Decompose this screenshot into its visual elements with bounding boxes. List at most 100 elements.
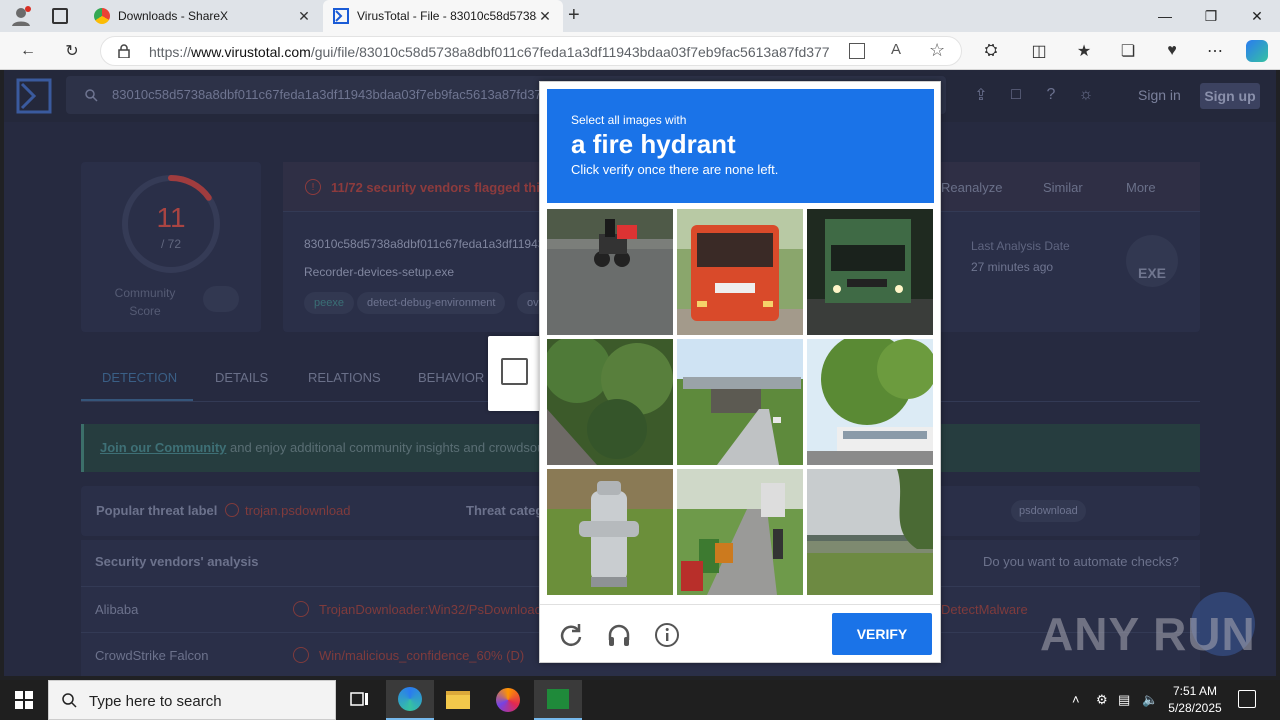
more-button[interactable]: More bbox=[1126, 180, 1156, 195]
browser-essentials-icon[interactable]: ♥ bbox=[1161, 40, 1183, 62]
search-icon bbox=[62, 693, 77, 708]
taskbar-search-input[interactable]: Type here to search bbox=[48, 680, 336, 720]
firefox-icon[interactable] bbox=[484, 680, 532, 720]
task-view-icon[interactable] bbox=[336, 680, 384, 720]
captcha-instruction: Select all images with bbox=[571, 113, 687, 127]
sign-up-button[interactable]: Sign up bbox=[1200, 83, 1260, 109]
sign-in-link[interactable]: Sign in bbox=[1138, 87, 1181, 103]
notifications-center-icon[interactable] bbox=[1238, 690, 1256, 708]
tray-device-icon[interactable]: ⚙ bbox=[1096, 692, 1108, 708]
tab-virustotal[interactable]: VirusTotal - File - 83010c58d5738a8 ✕ bbox=[323, 0, 563, 32]
tab-close-icon[interactable]: ✕ bbox=[537, 8, 553, 25]
captcha-hint: Click verify once there are none left. bbox=[571, 162, 779, 177]
captcha-challenge: Select all images with a fire hydrant Cl… bbox=[539, 81, 941, 663]
window-close-icon[interactable]: ✕ bbox=[1234, 0, 1280, 32]
detections-count: 11 bbox=[156, 202, 186, 233]
verify-button[interactable]: VERIFY bbox=[832, 613, 932, 655]
help-icon[interactable]: ? bbox=[1041, 85, 1061, 105]
reanalyze-button[interactable]: Reanalyze bbox=[941, 180, 1002, 195]
tab-detection[interactable]: DETECTION bbox=[102, 370, 177, 385]
theme-sun-icon[interactable]: ☼ bbox=[1076, 85, 1096, 105]
profile-icon[interactable] bbox=[10, 5, 32, 27]
refresh-icon[interactable]: ↻ bbox=[61, 40, 83, 62]
tab-details[interactable]: DETAILS bbox=[215, 370, 268, 385]
extensions-icon[interactable]: ⛭ bbox=[980, 40, 1002, 62]
captcha-tile-motorcycle[interactable] bbox=[547, 209, 673, 335]
upload-icon[interactable]: ⇪ bbox=[971, 85, 991, 105]
system-clock[interactable]: 7:51 AM 5/28/2025 bbox=[1162, 683, 1228, 717]
captcha-tile-fire-hydrant[interactable] bbox=[547, 469, 673, 595]
back-icon[interactable]: ← bbox=[17, 40, 39, 62]
new-tab-button[interactable]: + bbox=[568, 4, 580, 27]
tab-title: Downloads - ShareX bbox=[118, 9, 229, 23]
virustotal-favicon-icon bbox=[333, 8, 349, 24]
restore-icon[interactable]: ❐ bbox=[1188, 0, 1234, 32]
threat-alert-icon bbox=[225, 503, 239, 517]
notifications-icon[interactable]: □ bbox=[1006, 85, 1026, 105]
join-community-link[interactable]: Join our Community bbox=[100, 440, 226, 455]
url-input[interactable]: https://www.virustotal.com/gui/file/8301… bbox=[100, 36, 962, 66]
community-score-label: Community Score bbox=[114, 286, 176, 318]
search-placeholder: Type here to search bbox=[89, 693, 222, 710]
last-analysis-value: 27 minutes ago bbox=[971, 260, 1054, 274]
popular-threat-value: trojan.psdownload bbox=[245, 503, 351, 518]
file-explorer-icon[interactable] bbox=[434, 680, 482, 720]
info-icon[interactable] bbox=[654, 622, 680, 648]
captcha-header: Select all images with a fire hydrant Cl… bbox=[547, 89, 934, 203]
split-screen-icon[interactable]: ◫ bbox=[1028, 40, 1050, 62]
captcha-tile-highway[interactable] bbox=[677, 339, 803, 465]
read-aloud-icon[interactable]: A bbox=[891, 41, 901, 58]
sharex-taskbar-icon[interactable] bbox=[534, 680, 582, 720]
audio-headphones-icon[interactable] bbox=[606, 622, 632, 648]
captcha-tile-street[interactable] bbox=[677, 469, 803, 595]
vendor-result-right: DetectMalware bbox=[941, 602, 1028, 617]
search-icon bbox=[85, 89, 98, 102]
copilot-icon[interactable] bbox=[1246, 40, 1268, 62]
tab-actions-icon[interactable] bbox=[52, 8, 68, 24]
active-tab-underline bbox=[81, 399, 193, 401]
tab-sharex-downloads[interactable]: Downloads - ShareX ✕ bbox=[84, 0, 322, 32]
community-score-badge[interactable] bbox=[203, 286, 239, 312]
vendor-name: Alibaba bbox=[95, 602, 139, 617]
browser-tab-strip: Downloads - ShareX ✕ VirusTotal - File -… bbox=[0, 0, 1280, 32]
captcha-tile-river[interactable] bbox=[807, 469, 933, 595]
automate-checks-link[interactable]: Do you want to automate checks? bbox=[983, 554, 1179, 569]
minimize-icon[interactable]: — bbox=[1142, 0, 1188, 32]
tray-chevron-icon[interactable]: ˄ bbox=[1072, 692, 1080, 707]
tag-peexe[interactable]: peexe bbox=[304, 292, 354, 314]
url-text: https://www.virustotal.com/gui/file/8301… bbox=[149, 44, 830, 60]
alert-icon: ! bbox=[305, 179, 321, 195]
captcha-tile-bushes[interactable] bbox=[547, 339, 673, 465]
captcha-footer: VERIFY bbox=[540, 604, 940, 662]
tab-title: VirusTotal - File - 83010c58d5738a8 bbox=[357, 9, 537, 23]
captcha-checkbox[interactable] bbox=[501, 358, 528, 385]
captcha-tile-trees-bus[interactable] bbox=[807, 339, 933, 465]
virustotal-logo-icon[interactable] bbox=[16, 78, 52, 114]
settings-more-icon[interactable]: ⋯ bbox=[1204, 40, 1226, 62]
exe-file-icon: EXE bbox=[1126, 235, 1178, 287]
favorite-star-icon[interactable]: ☆ bbox=[929, 40, 945, 61]
network-icon[interactable]: ▤ bbox=[1118, 692, 1130, 708]
tab-behavior[interactable]: BEHAVIOR bbox=[418, 370, 484, 385]
last-analysis-label: Last Analysis Date bbox=[971, 239, 1070, 253]
anyrun-watermark: ANY RUN bbox=[1040, 608, 1256, 660]
windows-start-icon[interactable] bbox=[0, 680, 48, 720]
tag-detect-debug[interactable]: detect-debug-environment bbox=[357, 292, 506, 314]
reload-icon[interactable] bbox=[558, 622, 584, 648]
favorites-icon[interactable]: ★ bbox=[1073, 40, 1095, 62]
similar-button[interactable]: Similar bbox=[1043, 180, 1083, 195]
captcha-tile-truck[interactable] bbox=[807, 209, 933, 335]
edge-taskbar-icon[interactable] bbox=[386, 680, 434, 720]
vendor-result: TrojanDownloader:Win32/PsDownload bbox=[319, 602, 542, 617]
volume-icon[interactable]: 🔈 bbox=[1142, 692, 1158, 708]
lock-icon bbox=[118, 44, 130, 58]
collections-icon[interactable]: ❏ bbox=[1117, 40, 1139, 62]
tab-close-icon[interactable]: ✕ bbox=[296, 8, 312, 25]
captcha-tile-red-bus[interactable] bbox=[677, 209, 803, 335]
app-available-icon[interactable] bbox=[849, 43, 865, 59]
malicious-icon bbox=[293, 601, 309, 617]
address-bar-row: ← ↻ https://www.virustotal.com/gui/file/… bbox=[0, 32, 1280, 70]
family-label-tag[interactable]: psdownload bbox=[1011, 500, 1086, 522]
captcha-target: a fire hydrant bbox=[571, 129, 736, 159]
tab-relations[interactable]: RELATIONS bbox=[308, 370, 381, 385]
